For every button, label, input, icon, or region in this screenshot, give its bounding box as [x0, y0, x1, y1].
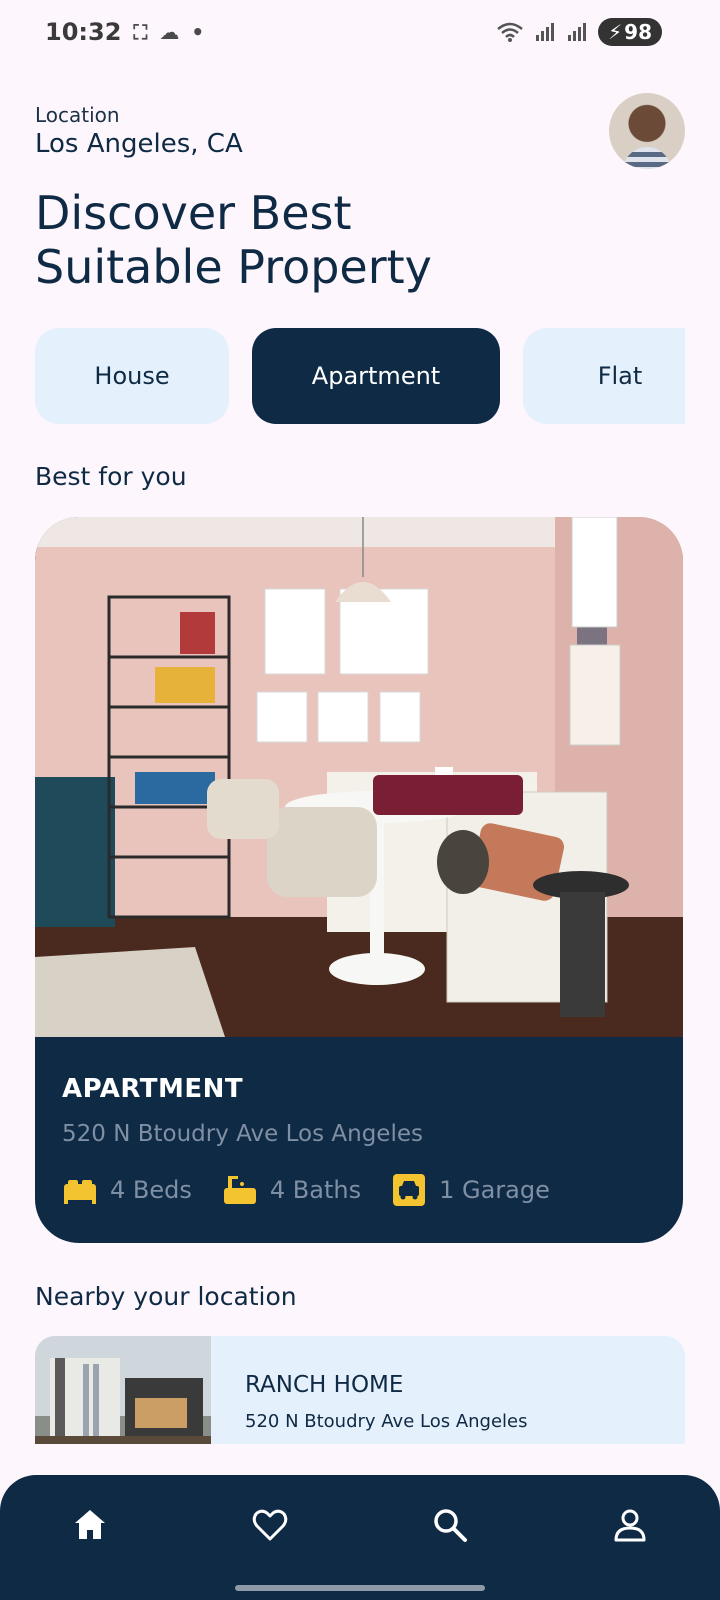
- property-type: APARTMENT: [62, 1074, 244, 1104]
- property-image: [35, 517, 683, 1037]
- chip-flat[interactable]: Flat: [523, 328, 685, 424]
- heart-icon: [252, 1509, 288, 1541]
- dot-icon: •: [191, 20, 205, 44]
- page-title: Discover Best Suitable Property: [35, 186, 635, 294]
- nav-home[interactable]: [60, 1495, 120, 1555]
- amenities-row: 4 Beds 4 Baths 1 Garage: [62, 1172, 580, 1208]
- screenshot-icon: ⛶: [133, 20, 148, 44]
- section-title-best: Best for you: [35, 462, 187, 491]
- nearby-property-address: 520 N Btoudry Ave Los Angeles: [245, 1411, 528, 1432]
- nav-search[interactable]: [420, 1495, 480, 1555]
- baths-count: 4 Baths: [269, 1176, 362, 1204]
- featured-property-card[interactable]: APARTMENT 520 N Btoudry Ave Los Angeles …: [35, 517, 683, 1243]
- wifi-icon: [497, 22, 523, 42]
- car-icon: [393, 1174, 426, 1206]
- nearby-property-image: [35, 1336, 211, 1444]
- charging-icon: ⚡: [608, 20, 623, 44]
- nav-profile[interactable]: [600, 1495, 660, 1555]
- avatar[interactable]: [609, 93, 685, 169]
- property-address: 520 N Btoudry Ave Los Angeles: [62, 1121, 423, 1147]
- amenity-garage: 1 Garage: [391, 1172, 550, 1208]
- battery-indicator: ⚡ 98: [598, 18, 662, 46]
- profile-icon: [614, 1509, 646, 1542]
- section-title-nearby: Nearby your location: [35, 1282, 297, 1311]
- bed-icon: [64, 1180, 96, 1204]
- nearby-property-title: RANCH HOME: [245, 1372, 404, 1398]
- bathtub-icon: [223, 1176, 256, 1204]
- home-indicator[interactable]: [235, 1585, 485, 1591]
- chip-apartment[interactable]: Apartment: [252, 328, 500, 424]
- chip-house[interactable]: House: [35, 328, 229, 424]
- headline-line-2: Suitable Property: [35, 240, 432, 294]
- garage-count: 1 Garage: [439, 1176, 550, 1204]
- amenity-baths: 4 Baths: [222, 1172, 361, 1208]
- beds-count: 4 Beds: [110, 1176, 192, 1204]
- signal-icon: [536, 23, 555, 41]
- status-time: 10:32: [45, 18, 122, 46]
- nearby-property-card[interactable]: RANCH HOME 520 N Btoudry Ave Los Angeles: [35, 1336, 685, 1444]
- home-icon: [75, 1510, 105, 1539]
- signal-icon: [568, 23, 587, 41]
- location-value[interactable]: Los Angeles, CA: [35, 129, 243, 159]
- nav-favorites[interactable]: [240, 1495, 300, 1555]
- search-icon: [434, 1509, 467, 1542]
- battery-level: 98: [624, 20, 652, 44]
- amenity-beds: 4 Beds: [62, 1172, 192, 1208]
- category-chips: House Apartment Flat: [35, 328, 685, 424]
- headline-line-1: Discover Best: [35, 186, 352, 240]
- bottom-navigation: [0, 1475, 720, 1600]
- status-bar: 10:32 ⛶ ☁ • ⚡ 98: [0, 0, 720, 64]
- location-label: Location: [35, 103, 120, 127]
- cloud-icon: ☁: [159, 20, 180, 44]
